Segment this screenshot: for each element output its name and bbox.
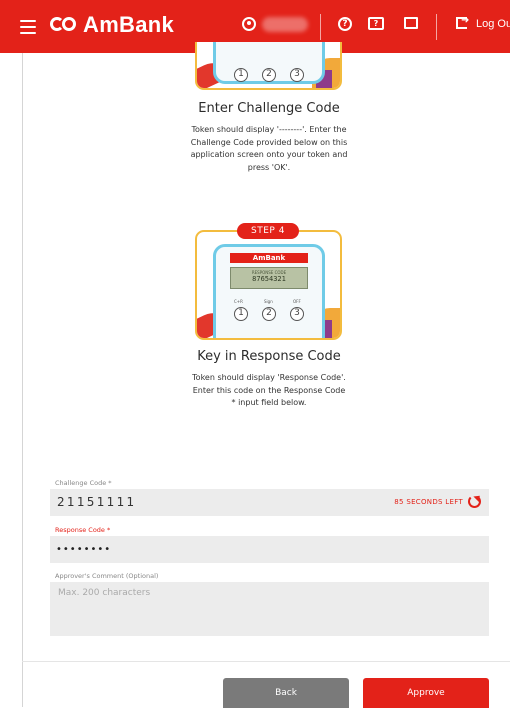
token-key-2: 2	[262, 307, 276, 321]
challenge-code-value: 21151111	[57, 495, 137, 509]
comment-textarea[interactable]	[50, 582, 489, 636]
token-key-1: 1	[234, 68, 248, 82]
header-divider	[320, 14, 321, 40]
token-key-1: 1	[234, 307, 248, 321]
token-screen-value: 87654321	[252, 275, 286, 283]
token-key-3: 3	[290, 307, 304, 321]
token-key-caption: Sign	[264, 299, 273, 304]
token-brand: AmBank	[230, 253, 308, 263]
response-code-label: Response Code *	[55, 526, 111, 534]
token-key-caption: OFF	[293, 299, 301, 304]
left-panel-border	[22, 53, 23, 707]
brand-name: AmBank	[83, 12, 175, 37]
header-divider	[436, 14, 437, 40]
response-code-field	[50, 536, 489, 563]
step3-token-illustration: 1 2 3	[195, 42, 342, 90]
approve-button[interactable]: Approve	[363, 678, 489, 708]
step3-description: Token should display '--------'. Enter t…	[190, 125, 348, 172]
footer-divider	[22, 661, 510, 662]
token-key-2: 2	[262, 68, 276, 82]
token-screen: RESPONSE CODE 87654321	[230, 267, 308, 289]
token-key-caption: C+R	[234, 299, 243, 304]
token-device: 1 2 3	[213, 42, 325, 84]
ambank-logo-mark	[50, 15, 77, 35]
message-icon[interactable]	[404, 17, 422, 35]
logout-link[interactable]: Log Out	[476, 18, 510, 30]
step4-title: Key in Response Code	[197, 349, 341, 364]
ambank-logo[interactable]: AmBank	[50, 12, 174, 38]
countdown-timer: 85 SECONDS LEFT	[394, 498, 463, 506]
comment-label: Approver's Comment (Optional)	[55, 572, 159, 580]
faq-icon[interactable]: ?	[368, 17, 386, 35]
back-button[interactable]: Back	[223, 678, 349, 708]
response-code-input[interactable]	[50, 536, 489, 563]
challenge-code-field: 21151111 85 SECONDS LEFT	[50, 489, 489, 516]
comment-field	[50, 582, 489, 636]
refresh-icon[interactable]	[468, 495, 481, 508]
step4-badge: STEP 4	[237, 223, 299, 239]
username-redacted	[262, 17, 308, 32]
menu-icon[interactable]	[20, 20, 36, 34]
user-icon[interactable]	[242, 17, 260, 35]
step4-token-illustration: AmBank RESPONSE CODE 87654321 C+R Sign O…	[195, 230, 342, 340]
step4-description: Token should display 'Response Code'. En…	[192, 373, 346, 407]
step3-title: Enter Challenge Code	[198, 101, 340, 116]
token-device: AmBank RESPONSE CODE 87654321 C+R Sign O…	[213, 244, 325, 338]
challenge-code-label: Challenge Code *	[55, 479, 112, 487]
logout-icon[interactable]	[456, 15, 474, 35]
token-key-3: 3	[290, 68, 304, 82]
help-icon[interactable]: ?	[338, 17, 356, 35]
